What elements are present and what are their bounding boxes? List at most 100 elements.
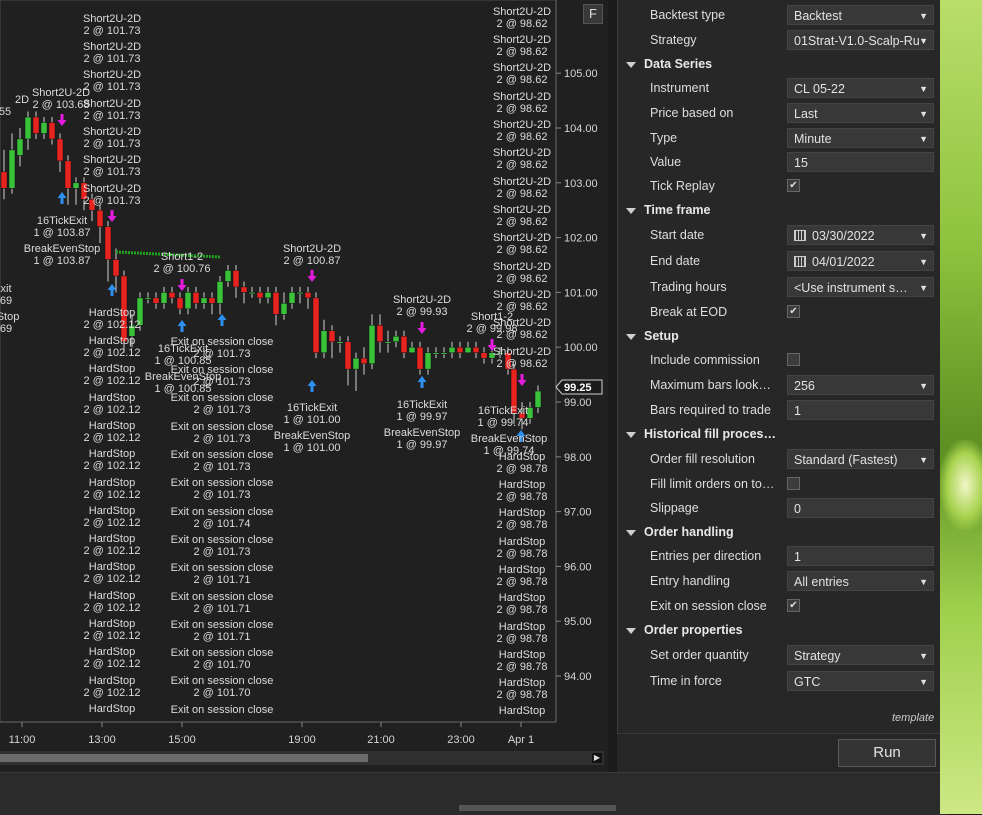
chevron-down-icon[interactable]: ▼ (919, 6, 928, 24)
chart-horizontal-scrollbar[interactable]: ▶ (0, 751, 604, 765)
property-input[interactable]: 1 (787, 546, 934, 566)
trade-annotation-label: Short2U-2D (83, 126, 141, 138)
chevron-down-icon[interactable]: ▼ (919, 450, 928, 468)
trade-annotation-label: 2 @ 101.73 (193, 404, 250, 416)
current-price-label: 99.25 (564, 382, 592, 394)
chevron-down-icon[interactable]: ▼ (919, 672, 928, 690)
chart-area[interactable]: 105.00 104.00 103.00 102.00 101.00 100.00 99.0… (0, 0, 608, 772)
collapse-triangle-icon[interactable] (626, 529, 636, 536)
category-header[interactable]: Order handling (626, 525, 734, 539)
category-header[interactable]: Setup (626, 329, 679, 343)
scroll-right-icon[interactable]: ▶ (592, 753, 602, 763)
property-checkbox[interactable]: ✔ (787, 305, 800, 318)
candle-body (304, 292, 312, 299)
trade-annotation-label: 2 @ 101.71 (193, 603, 250, 615)
property-dropdown[interactable]: 256 ▼ (787, 375, 934, 395)
property-dropdown[interactable]: CL 05-22 ▼ (787, 78, 934, 98)
tab-scroll-thumb[interactable] (459, 805, 616, 811)
calendar-icon[interactable] (794, 256, 806, 268)
property-row: Type Minute ▼ (618, 128, 941, 150)
trade-annotation-label: Short2U-2D (493, 176, 551, 188)
property-input[interactable]: 15 (787, 152, 934, 172)
property-dropdown[interactable]: Standard (Fastest) ▼ (787, 449, 934, 469)
trade-annotation-label: 2 @ 102.12 (83, 489, 140, 501)
property-checkbox[interactable]: ✔ (787, 179, 800, 192)
property-dropdown[interactable]: 01Strat-V1.0-Scalp-Ru ▼ (787, 30, 934, 50)
y-tick-label: 98.00 (564, 452, 592, 464)
chevron-down-icon[interactable]: ▼ (919, 31, 928, 49)
price-chart[interactable]: 105.00 104.00 103.00 102.00 101.00 100.00 99.0… (0, 0, 608, 772)
trade-annotation-label: 2 @ 101.73 (83, 81, 140, 93)
candle-body (24, 116, 32, 140)
trade-annotation-label: BreakEvenStop (384, 427, 460, 439)
trade-annotation-label: 2 @ 98.78 (497, 604, 548, 616)
chevron-down-icon[interactable]: ▼ (919, 572, 928, 590)
chevron-down-icon[interactable]: ▼ (919, 646, 928, 664)
x-tick-label: 19:00 (288, 734, 316, 746)
category-order-handling[interactable]: Order handling (618, 522, 941, 544)
property-label: Slippage (650, 501, 699, 515)
collapse-triangle-icon[interactable] (626, 431, 636, 438)
property-value: All entries (794, 575, 849, 589)
template-link[interactable]: template (892, 712, 934, 724)
category-header[interactable]: Order properties (626, 623, 743, 637)
trade-annotation-label: 2 @ 98.62 (497, 159, 548, 171)
short-entry-arrow-icon (107, 210, 117, 222)
property-dropdown[interactable]: Strategy ▼ (787, 645, 934, 665)
trade-annotation-label: Short2U-2D (32, 87, 90, 99)
trade-annotation-label: HardStop (499, 507, 545, 519)
date-picker[interactable]: 04/01/2022 ▼ (787, 251, 934, 271)
chevron-down-icon[interactable]: ▼ (919, 376, 928, 394)
trade-annotation-label: 2 @ 102.12 (83, 319, 140, 331)
property-dropdown[interactable]: Backtest ▼ (787, 5, 934, 25)
property-value: Minute (794, 132, 832, 146)
chevron-down-icon[interactable]: ▼ (919, 79, 928, 97)
category-header[interactable]: Time frame (626, 203, 710, 217)
property-dropdown[interactable]: All entries ▼ (787, 571, 934, 591)
collapse-triangle-icon[interactable] (626, 627, 636, 634)
candle-body (456, 346, 464, 353)
collapse-triangle-icon[interactable] (626, 333, 636, 340)
category-header[interactable]: Historical fill proces… (626, 427, 776, 441)
property-checkbox[interactable]: ✔ (787, 599, 800, 612)
chevron-down-icon[interactable]: ▼ (919, 226, 928, 244)
candle-body (392, 335, 400, 342)
property-row: Bars required to trade 1 (618, 400, 941, 422)
calendar-icon[interactable] (794, 230, 806, 242)
trade-annotation-label: Short2U-2D (83, 98, 141, 110)
chevron-down-icon[interactable]: ▼ (919, 104, 928, 122)
chevron-down-icon[interactable]: ▼ (919, 129, 928, 147)
category-setup[interactable]: Setup (618, 326, 941, 348)
property-dropdown[interactable]: <Use instrument s… ▼ (787, 277, 934, 297)
trade-annotation-label: HardStop (499, 479, 545, 491)
chart-f-button[interactable]: F (583, 4, 603, 24)
property-label: Price based on (650, 106, 734, 120)
property-checkbox[interactable] (787, 353, 800, 366)
chevron-down-icon[interactable]: ▼ (919, 252, 928, 270)
property-checkbox[interactable] (787, 477, 800, 490)
property-row: Maximum bars look… 256 ▼ (618, 375, 941, 397)
category-label: Historical fill proces… (644, 427, 776, 441)
category-header[interactable]: Data Series (626, 57, 712, 71)
category-order-properties[interactable]: Order properties (618, 620, 941, 642)
chevron-down-icon[interactable]: ▼ (919, 278, 928, 296)
category-time-frame[interactable]: Time frame (618, 200, 941, 222)
date-picker[interactable]: 03/30/2022 ▼ (787, 225, 934, 245)
collapse-triangle-icon[interactable] (626, 61, 636, 68)
run-button[interactable]: Run (838, 739, 936, 767)
property-input[interactable]: 1 (787, 400, 934, 420)
category-label: Order properties (644, 623, 743, 637)
property-input[interactable]: 0 (787, 498, 934, 518)
property-row: Slippage 0 (618, 498, 941, 520)
property-dropdown[interactable]: Last ▼ (787, 103, 934, 123)
category-historical-fill-proces-[interactable]: Historical fill proces… (618, 424, 941, 446)
property-dropdown[interactable]: GTC ▼ (787, 671, 934, 691)
scrollbar-thumb[interactable] (0, 754, 368, 762)
category-data-series[interactable]: Data Series (618, 54, 941, 76)
property-dropdown[interactable]: Minute ▼ (787, 128, 934, 148)
trade-annotation-label: 2 @ 98.62 (497, 188, 548, 200)
collapse-triangle-icon[interactable] (626, 207, 636, 214)
trade-annotation-label: Exit on session close (171, 477, 274, 489)
trade-annotation-label: 2D (15, 94, 29, 106)
trade-annotation-label: Short2U-2D (493, 317, 551, 329)
